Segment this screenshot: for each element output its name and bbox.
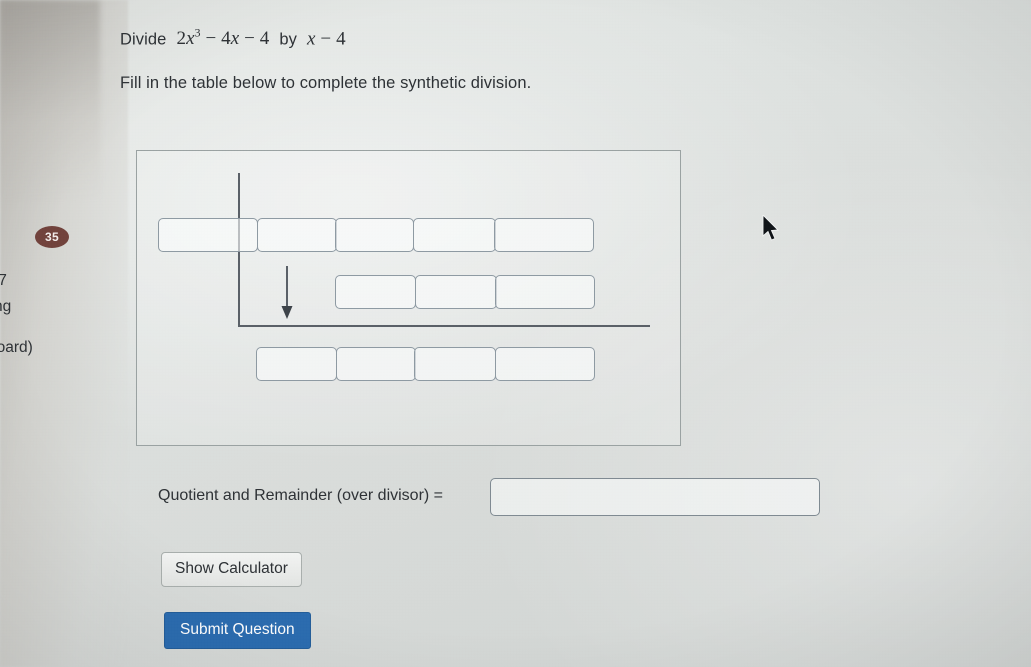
products-row-cell-1[interactable] bbox=[335, 275, 416, 309]
products-row bbox=[335, 275, 596, 309]
down-arrow-icon bbox=[281, 266, 293, 319]
divisor-and-coefficients-row-cell-4[interactable] bbox=[412, 218, 496, 252]
instruction-text: Fill in the table below to complete the … bbox=[120, 74, 532, 92]
divisor-and-coefficients-row-cell-3[interactable] bbox=[335, 218, 415, 252]
quotient-label: Quotient and Remainder (over divisor) = bbox=[158, 487, 444, 504]
submit-question-button[interactable]: Submit Question bbox=[164, 612, 311, 649]
divisor-expression: x − 4 bbox=[307, 28, 346, 50]
divisor-and-coefficients-row-cell-5[interactable] bbox=[494, 218, 595, 252]
divisor-and-coefficients-row-cell-1[interactable] bbox=[158, 218, 258, 252]
by-label: by bbox=[279, 30, 298, 49]
score-badge: 35 bbox=[35, 226, 69, 248]
sums-row-cell-3[interactable] bbox=[414, 347, 497, 381]
sums-row bbox=[256, 347, 595, 381]
sums-row-cell-2[interactable] bbox=[335, 347, 416, 381]
show-calculator-button[interactable]: Show Calculator bbox=[161, 552, 302, 587]
divide-label: Divide bbox=[120, 30, 167, 49]
products-row-cell-3[interactable] bbox=[495, 275, 596, 309]
products-row-cell-2[interactable] bbox=[414, 275, 497, 309]
question-prompt: Divide 2x3 − 4x − 4 by x − 4 bbox=[120, 27, 346, 50]
quotient-input[interactable] bbox=[490, 478, 820, 516]
divisor-and-coefficients-row-cell-2[interactable] bbox=[256, 218, 337, 252]
gutter-text-score: /7 bbox=[0, 272, 7, 289]
dividend-expression: 2x3 − 4x − 4 bbox=[176, 27, 270, 50]
gutter-text-fragment: ng bbox=[0, 298, 12, 315]
synthetic-division-horizontal-bar bbox=[238, 325, 650, 327]
photo-left-shadow-secondary bbox=[0, 0, 100, 200]
sums-row-cell-1[interactable] bbox=[256, 347, 337, 381]
sums-row-cell-4[interactable] bbox=[494, 347, 595, 381]
divisor-and-coefficients-row bbox=[158, 218, 595, 252]
gutter-text-board: board) bbox=[0, 339, 33, 356]
